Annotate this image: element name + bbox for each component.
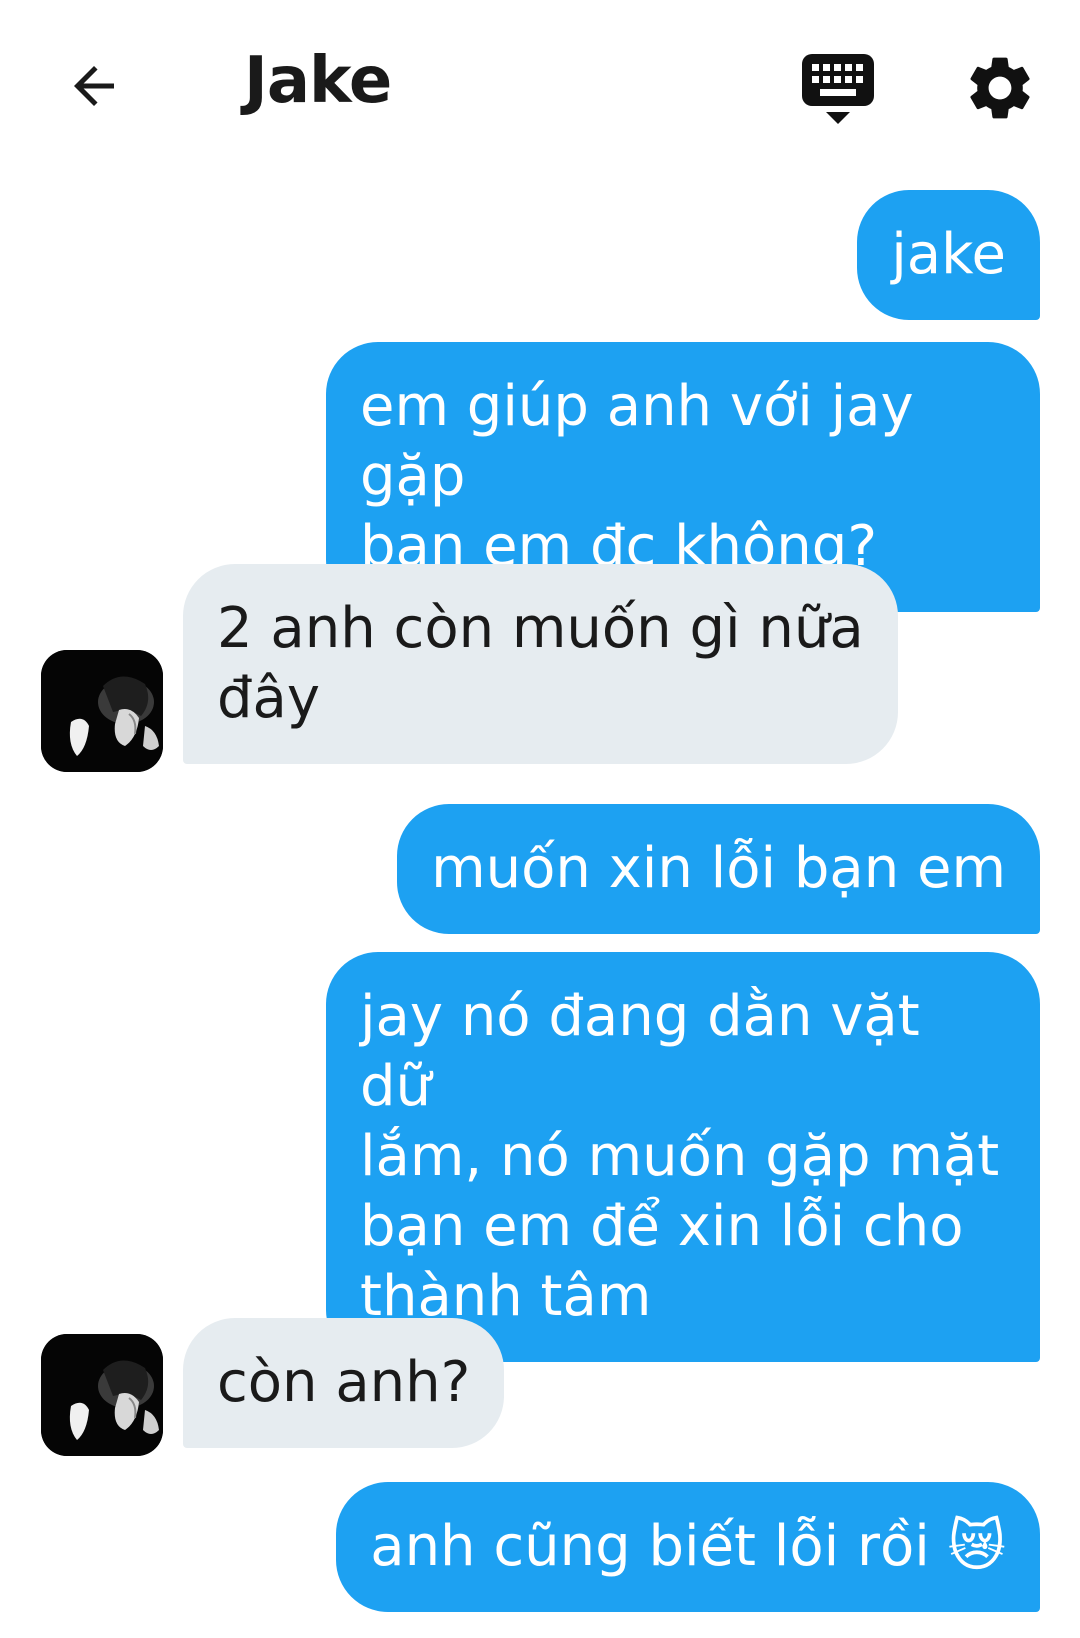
back-button[interactable] xyxy=(58,50,130,122)
message-bubble-outgoing[interactable]: muốn xin lỗi bạn em xyxy=(397,804,1040,934)
keyboard-icon xyxy=(802,54,874,124)
avatar-photo xyxy=(41,650,163,772)
message-bubble-incoming[interactable]: còn anh? xyxy=(183,1318,505,1448)
keyboard-button[interactable] xyxy=(800,52,876,128)
message-bubble-outgoing[interactable]: jay nó đang dằn vặt dữ lắm, nó muốn gặp … xyxy=(326,952,1040,1362)
chat-header: Jake xyxy=(0,0,1080,170)
avatar[interactable] xyxy=(41,1334,163,1456)
gear-icon xyxy=(970,57,1030,119)
message-bubble-outgoing[interactable]: jake xyxy=(857,190,1040,320)
settings-button[interactable] xyxy=(962,50,1038,126)
arrow-left-icon xyxy=(74,66,114,106)
page-title: Jake xyxy=(244,44,392,118)
avatar-photo xyxy=(41,1334,163,1456)
avatar[interactable] xyxy=(41,650,163,772)
message-bubble-outgoing[interactable]: anh cũng biết lỗi rồi 😿 xyxy=(336,1482,1040,1612)
message-bubble-incoming[interactable]: 2 anh còn muốn gì nữa đây xyxy=(183,564,898,764)
